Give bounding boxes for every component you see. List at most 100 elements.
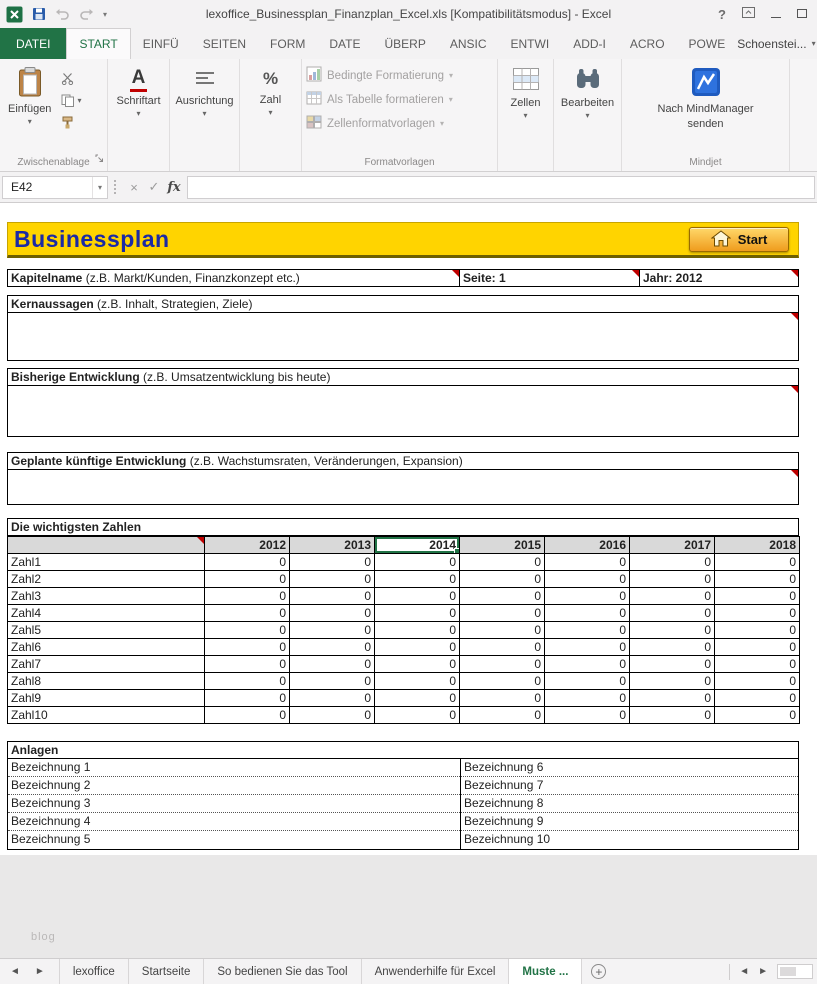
value-cell[interactable]: 0 <box>290 571 375 588</box>
anlage-item-bezeichnung-1[interactable]: Bezeichnung 1 <box>8 759 460 777</box>
format-painter-button[interactable] <box>61 116 81 129</box>
anlage-item-bezeichnung-5[interactable]: Bezeichnung 5 <box>8 831 460 849</box>
value-cell[interactable]: 0 <box>630 639 715 656</box>
paste-button[interactable]: Einfügen ▾ <box>4 63 55 130</box>
value-cell[interactable]: 0 <box>460 690 545 707</box>
bisherige-entwicklung-header[interactable]: Bisherige Entwicklung (z.B. Umsatzentwic… <box>7 368 799 386</box>
year-header-2012[interactable]: 2012 <box>205 537 290 554</box>
font-button[interactable]: A Schriftart ▾ <box>112 63 164 122</box>
horizontal-scrollbar[interactable] <box>777 964 813 979</box>
ribbon-tab-start[interactable]: START <box>66 28 130 59</box>
conditional-formatting-button[interactable]: Bedingte Formatierung ▾ <box>306 66 453 85</box>
value-cell[interactable]: 0 <box>460 622 545 639</box>
help-icon[interactable]: ? <box>718 7 726 22</box>
cells-button[interactable]: Zellen ▾ <box>507 63 545 124</box>
geplante-entwicklung-header[interactable]: Geplante künftige Entwicklung (z.B. Wach… <box>7 452 799 470</box>
value-cell[interactable]: 0 <box>375 622 460 639</box>
value-cell[interactable]: 0 <box>715 588 800 605</box>
value-cell[interactable]: 0 <box>375 605 460 622</box>
jahr-cell[interactable]: Jahr: 2012 <box>640 269 799 287</box>
value-cell[interactable]: 0 <box>460 605 545 622</box>
cut-button[interactable] <box>61 72 81 85</box>
start-button[interactable]: Start <box>689 227 789 252</box>
anlage-item-bezeichnung-8[interactable]: Bezeichnung 8 <box>461 795 798 813</box>
value-cell[interactable]: 0 <box>630 656 715 673</box>
ribbon-tab-form[interactable]: FORM <box>258 28 317 59</box>
value-cell[interactable]: 0 <box>205 639 290 656</box>
anlage-item-bezeichnung-2[interactable]: Bezeichnung 2 <box>8 777 460 795</box>
value-cell[interactable]: 0 <box>205 571 290 588</box>
value-cell[interactable]: 0 <box>290 707 375 724</box>
zahlen-title[interactable]: Die wichtigsten Zahlen <box>7 518 799 536</box>
row-label[interactable]: Zahl5 <box>8 622 205 639</box>
value-cell[interactable]: 0 <box>715 571 800 588</box>
anlage-item-bezeichnung-3[interactable]: Bezeichnung 3 <box>8 795 460 813</box>
anlage-item-bezeichnung-9[interactable]: Bezeichnung 9 <box>461 813 798 831</box>
cell-styles-button[interactable]: Zellenformatvorlagen ▾ <box>306 114 444 133</box>
cancel-icon[interactable]: × <box>124 180 144 195</box>
value-cell[interactable]: 0 <box>290 622 375 639</box>
row-label[interactable]: Zahl4 <box>8 605 205 622</box>
value-cell[interactable]: 0 <box>205 605 290 622</box>
row-label[interactable]: Zahl1 <box>8 554 205 571</box>
undo-icon[interactable] <box>55 8 70 20</box>
new-sheet-button[interactable]: + <box>591 959 606 984</box>
value-cell[interactable]: 0 <box>715 690 800 707</box>
value-cell[interactable]: 0 <box>630 571 715 588</box>
value-cell[interactable]: 0 <box>630 707 715 724</box>
value-cell[interactable]: 0 <box>290 673 375 690</box>
value-cell[interactable]: 0 <box>630 554 715 571</box>
bisherige-entwicklung-input-area[interactable] <box>7 386 799 437</box>
sheet-tab-anwenderhilfe-f-r-excel[interactable]: Anwenderhilfe für Excel <box>362 959 510 984</box>
sheet-nav-right-icon[interactable]: ► <box>35 966 45 977</box>
value-cell[interactable]: 0 <box>545 571 630 588</box>
ribbon-tab-ansic[interactable]: ANSIC <box>438 28 499 59</box>
value-cell[interactable]: 0 <box>205 673 290 690</box>
value-cell[interactable]: 0 <box>205 622 290 639</box>
dialog-launcher-icon[interactable] <box>95 150 104 168</box>
value-cell[interactable]: 0 <box>715 605 800 622</box>
value-cell[interactable]: 0 <box>375 690 460 707</box>
value-cell[interactable]: 0 <box>715 639 800 656</box>
value-cell[interactable]: 0 <box>290 554 375 571</box>
sheet-tab-startseite[interactable]: Startseite <box>129 959 205 984</box>
value-cell[interactable]: 0 <box>715 622 800 639</box>
value-cell[interactable]: 0 <box>715 656 800 673</box>
value-cell[interactable]: 0 <box>460 673 545 690</box>
value-cell[interactable]: 0 <box>375 571 460 588</box>
value-cell[interactable]: 0 <box>545 554 630 571</box>
redo-icon[interactable] <box>79 8 94 20</box>
value-cell[interactable]: 0 <box>460 588 545 605</box>
row-label[interactable]: Zahl9 <box>8 690 205 707</box>
insert-function-icon[interactable]: fx <box>164 180 184 195</box>
value-cell[interactable]: 0 <box>290 605 375 622</box>
anlage-item-bezeichnung-6[interactable]: Bezeichnung 6 <box>461 759 798 777</box>
value-cell[interactable]: 0 <box>545 639 630 656</box>
value-cell[interactable]: 0 <box>630 588 715 605</box>
value-cell[interactable]: 0 <box>630 622 715 639</box>
value-cell[interactable]: 0 <box>545 707 630 724</box>
geplante-entwicklung-input-area[interactable] <box>7 470 799 505</box>
sheet-nav-left-icon[interactable]: ◄ <box>10 966 20 977</box>
value-cell[interactable]: 0 <box>460 554 545 571</box>
ribbon-tab-add-i[interactable]: ADD-I <box>561 28 618 59</box>
ribbon-tab-date[interactable]: DATE <box>317 28 372 59</box>
year-header-2017[interactable]: 2017 <box>630 537 715 554</box>
formula-input[interactable] <box>187 176 815 199</box>
hscroll-left-icon[interactable]: ◄ <box>739 966 749 977</box>
ribbon-tab-entwi[interactable]: ENTWI <box>499 28 562 59</box>
year-header-2014[interactable]: 2014 <box>375 537 460 554</box>
copy-button[interactable]: ▾ <box>61 94 81 107</box>
year-header-2015[interactable]: 2015 <box>460 537 545 554</box>
value-cell[interactable]: 0 <box>545 622 630 639</box>
value-cell[interactable]: 0 <box>205 588 290 605</box>
anlage-item-bezeichnung-10[interactable]: Bezeichnung 10 <box>461 831 798 849</box>
value-cell[interactable]: 0 <box>460 571 545 588</box>
value-cell[interactable]: 0 <box>205 656 290 673</box>
value-cell[interactable]: 0 <box>715 673 800 690</box>
value-cell[interactable]: 0 <box>630 605 715 622</box>
kapitelname-cell[interactable]: Kapitelname (z.B. Markt/Kunden, Finanzko… <box>7 269 460 287</box>
value-cell[interactable]: 0 <box>375 656 460 673</box>
value-cell[interactable]: 0 <box>375 639 460 656</box>
send-to-mindmanager-button[interactable]: Nach MindManager senden <box>654 63 758 134</box>
